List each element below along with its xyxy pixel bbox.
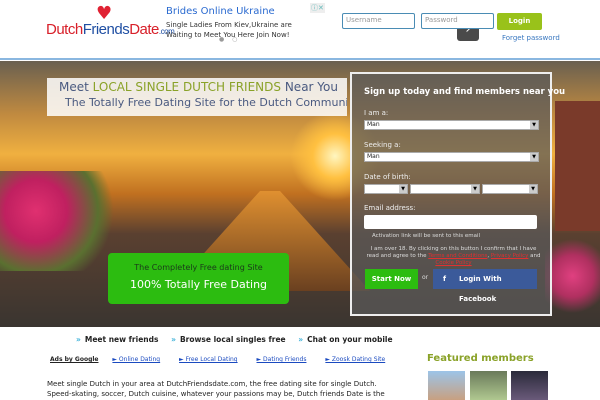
email-input[interactable] xyxy=(364,215,537,229)
ad-link[interactable]: ► Online Dating xyxy=(112,356,160,363)
member-thumbnail[interactable] xyxy=(428,371,465,400)
feature-item: » Browse local singles free xyxy=(171,335,286,344)
username-input[interactable]: Username xyxy=(342,13,415,29)
ad-link[interactable]: ► Zoosk Dating Site xyxy=(325,356,385,363)
dob-label: Date of birth: xyxy=(364,173,411,181)
ad-link[interactable]: ► Free Local Dating xyxy=(179,356,238,363)
hero-photo xyxy=(555,101,600,231)
login-button[interactable]: Login xyxy=(497,13,542,30)
promo-title: 100% Totally Free Dating xyxy=(129,278,268,291)
chevron-down-icon: ▼ xyxy=(530,153,538,161)
ad-pagination-dots[interactable]: ● ○ xyxy=(219,36,240,43)
chevron-down-icon: ▼ xyxy=(471,185,479,193)
logo-text: Dutch xyxy=(46,21,83,38)
ad-info-icon[interactable]: ⓘ✕ xyxy=(310,3,325,13)
iam-select[interactable]: Man ▼ xyxy=(364,120,539,130)
member-thumbnail[interactable] xyxy=(470,371,507,400)
seeking-value: Man xyxy=(367,153,380,160)
featured-members-title: Featured members xyxy=(427,353,534,364)
tagline-text: Meet xyxy=(59,80,93,94)
facebook-icon: f xyxy=(443,275,447,283)
ad-links: Ads by Google ► Online Dating ► Free Loc… xyxy=(50,356,402,363)
windmill-heart-icon: ♥ xyxy=(96,3,113,24)
tagline-subtitle: The Totally Free Dating Site for the Dut… xyxy=(65,96,347,109)
intro-paragraph: Meet single Dutch in your area at DutchF… xyxy=(47,380,385,398)
activation-note: Activation link will be sent to this ema… xyxy=(372,233,481,239)
privacy-link[interactable]: Privacy Policy xyxy=(491,253,528,259)
terms-text: I am over 18. By clicking on this button… xyxy=(366,246,541,266)
password-input[interactable]: Password xyxy=(421,13,494,29)
feature-label: Meet new friends xyxy=(84,335,159,344)
features-list: » Meet new friends » Browse local singles … xyxy=(76,335,403,344)
feature-item: » Meet new friends xyxy=(76,335,158,344)
logo-text: Friends xyxy=(82,21,130,38)
header: ♥ DutchFriendsDate.com Brides Online Ukr… xyxy=(0,0,600,60)
chevron-right-icon: » xyxy=(298,335,304,344)
chevron-down-icon: ▼ xyxy=(399,185,407,193)
seeking-label: Seeking a: xyxy=(364,141,401,149)
terms-link[interactable]: Terms and Conditions xyxy=(428,253,487,259)
tagline-highlight: LOCAL SINGLE DUTCH FRIENDS xyxy=(92,80,282,94)
feature-item: » Chat on your mobile xyxy=(298,335,392,344)
chevron-down-icon: ▼ xyxy=(530,121,538,129)
dob-year-select[interactable]: ▼ xyxy=(482,184,538,194)
ad-description: Single Ladies From Kiev,Ukraine are Wait… xyxy=(166,21,292,39)
iam-label: I am a: xyxy=(364,109,389,117)
terms-and: and xyxy=(528,253,541,259)
hero-tagline: Meet LOCAL SINGLE DUTCH FRIENDS Near You… xyxy=(47,78,347,116)
hero-photo xyxy=(545,231,600,321)
hero-photo xyxy=(0,171,120,271)
dob-month-select[interactable]: ▼ xyxy=(410,184,480,194)
or-label: or xyxy=(422,274,429,281)
signup-form: Sign up today and find members near you … xyxy=(350,72,565,316)
email-label: Email address: xyxy=(364,204,416,212)
cookie-link[interactable]: Cookie Policy xyxy=(435,260,471,266)
member-thumbnail[interactable] xyxy=(511,371,548,400)
promo-subtitle: The Completely Free dating Site xyxy=(134,263,263,272)
feature-label: Browse local singles free xyxy=(179,335,286,344)
signup-title: Sign up today and find members near you xyxy=(364,87,566,97)
logo[interactable]: ♥ DutchFriendsDate.com xyxy=(46,3,175,39)
dob-day-select[interactable]: ▼ xyxy=(364,184,408,194)
free-dating-promo: The Completely Free dating Site 100% Tot… xyxy=(108,253,289,304)
seeking-select[interactable]: Man ▼ xyxy=(364,152,539,162)
ads-by-google-label[interactable]: Ads by Google xyxy=(50,356,98,363)
facebook-label: Login With Facebook xyxy=(459,275,502,303)
ad-banner[interactable]: Brides Online Ukraine Single Ladies From… xyxy=(166,3,479,45)
feature-label: Chat on your mobile xyxy=(307,335,393,344)
iam-value: Man xyxy=(367,121,380,128)
logo-text: Date xyxy=(129,21,159,38)
ad-title[interactable]: Brides Online Ukraine xyxy=(166,6,275,17)
tagline-text: Near You xyxy=(281,80,338,94)
facebook-login-button[interactable]: f Login With Facebook xyxy=(433,269,537,303)
ad-link[interactable]: ► Dating Friends xyxy=(257,356,307,363)
forgot-password-link[interactable]: Forget password xyxy=(502,34,560,42)
chevron-down-icon: ▼ xyxy=(529,185,537,193)
chevron-right-icon: » xyxy=(76,335,81,344)
chevron-right-icon: » xyxy=(171,335,176,344)
start-now-button[interactable]: Start Now xyxy=(365,269,418,289)
